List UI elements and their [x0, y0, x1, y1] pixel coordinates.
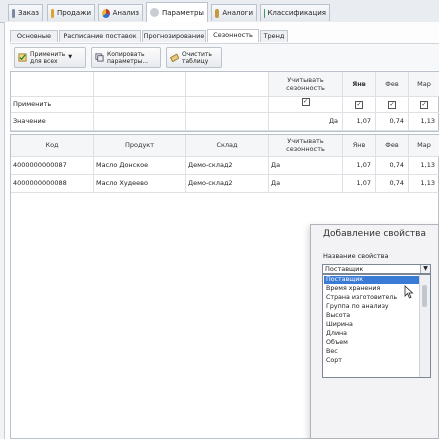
add-property-dialog: Добавление свойства Название свойства По… [310, 224, 439, 439]
sales-icon [51, 8, 55, 18]
mar-checkbox[interactable]: ✓ [420, 101, 428, 109]
column-header[interactable]: Мар [409, 135, 439, 157]
table-cell[interactable]: 0,74 [376, 157, 409, 175]
table-cell[interactable]: Масло Донское [94, 157, 186, 175]
feb-checkbox[interactable]: ✓ [388, 101, 396, 109]
table-cell[interactable]: Демо-склад2 [186, 157, 269, 175]
feb-value[interactable]: 0,74 [376, 113, 409, 131]
main-tab-bar: Заказ Продажи Анализ Параметры Аналоги К… [0, 0, 439, 23]
mar-value[interactable]: 1,13 [409, 113, 439, 131]
column-header[interactable]: Учитывать сезонность [269, 135, 343, 157]
list-item[interactable]: Сорт [324, 357, 420, 365]
table-cell[interactable]: 4000000000088 [11, 175, 94, 193]
list-item[interactable]: Длина [324, 330, 420, 338]
jan-value[interactable]: 1,07 [343, 113, 376, 131]
subtab-trend[interactable]: Тренд [260, 30, 288, 42]
tab-classification[interactable]: Классификация [260, 4, 330, 21]
property-name-label: Название свойства [323, 252, 389, 260]
column-header[interactable]: Фев [376, 135, 409, 157]
jan-header: Янв [343, 72, 376, 97]
table-cell[interactable]: 0,74 [376, 175, 409, 193]
table-cell[interactable]: 1,07 [343, 175, 376, 193]
parameters-icon [150, 8, 159, 17]
apply-all-icon [18, 53, 27, 62]
list-item[interactable]: Поставщик [324, 276, 420, 284]
column-header[interactable]: Склад [186, 135, 269, 157]
list-item[interactable]: Ширина [324, 321, 420, 329]
list-item[interactable]: Группа по анализу [324, 303, 420, 311]
seasonality-params-grid: Учитывать сезонность Янв Фев Мар Примени… [10, 71, 439, 132]
column-header[interactable]: Продукт [94, 135, 186, 157]
table-cell[interactable]: 1,13 [409, 157, 439, 175]
table-cell[interactable]: 1,13 [409, 175, 439, 193]
apply-all-button[interactable]: Применить для всех ▼ [14, 47, 86, 68]
subtab-delivery-schedule[interactable]: Расписание поставок [59, 30, 141, 42]
analogs-icon [215, 8, 220, 18]
subtab-forecasting[interactable]: Прогнозирование [142, 30, 206, 42]
table-cell[interactable]: 4000000000087 [11, 157, 94, 175]
tab-sales[interactable]: Продажи [47, 4, 95, 21]
property-options-list[interactable]: Поставщик Время хранения Страна изготови… [322, 274, 431, 378]
seasonality-value[interactable]: Да [269, 113, 343, 131]
table-cell[interactable]: Да [269, 175, 343, 193]
chevron-down-icon[interactable]: ▼ [420, 265, 430, 273]
jan-checkbox[interactable]: ✓ [355, 101, 363, 109]
table-cell[interactable]: Масло Худеево [94, 175, 186, 193]
tab-parameters[interactable]: Параметры [146, 2, 208, 22]
table-cell[interactable]: 1,07 [343, 157, 376, 175]
column-header[interactable]: Код [11, 135, 94, 157]
eraser-icon [170, 53, 179, 62]
list-item[interactable]: Вес [324, 348, 420, 356]
dropdown-arrow-icon: ▼ [68, 54, 73, 60]
copy-icon [95, 53, 104, 62]
tab-analysis[interactable]: Анализ [98, 4, 143, 21]
order-icon [12, 8, 15, 18]
property-name-combo[interactable]: Поставщик ▼ [322, 264, 431, 274]
mar-header: Мар [409, 72, 439, 97]
dialog-title: Добавление свойства [323, 229, 426, 239]
tab-analogs[interactable]: Аналоги [211, 4, 257, 21]
apply-row-label: Применить [11, 97, 94, 113]
list-item[interactable]: Высота [324, 312, 420, 320]
scrollbar-thumb[interactable] [422, 285, 427, 307]
clear-table-button[interactable]: Очистить таблицу [166, 47, 222, 68]
subtab-basic[interactable]: Основные [10, 30, 58, 42]
feb-header: Фев [376, 72, 409, 97]
copy-parameters-button[interactable]: Копировать параметры... [91, 47, 161, 68]
table-cell[interactable]: Да [269, 157, 343, 175]
mouse-cursor-icon [404, 285, 414, 299]
analysis-icon [102, 8, 110, 18]
table-cell[interactable]: Демо-склад2 [186, 175, 269, 193]
tab-order[interactable]: Заказ [8, 4, 43, 21]
value-row-label: Значение [11, 113, 94, 131]
list-item[interactable]: Объем [324, 339, 420, 347]
toolbar: Применить для всех ▼ Копировать параметр… [10, 43, 439, 70]
column-header[interactable]: Янв [343, 135, 376, 157]
list-scrollbar[interactable] [419, 275, 430, 377]
combo-value: Поставщик [325, 265, 364, 273]
subtab-seasonality[interactable]: Сезонность [207, 29, 259, 42]
seasonality-checkbox[interactable]: ✓ [301, 98, 310, 106]
